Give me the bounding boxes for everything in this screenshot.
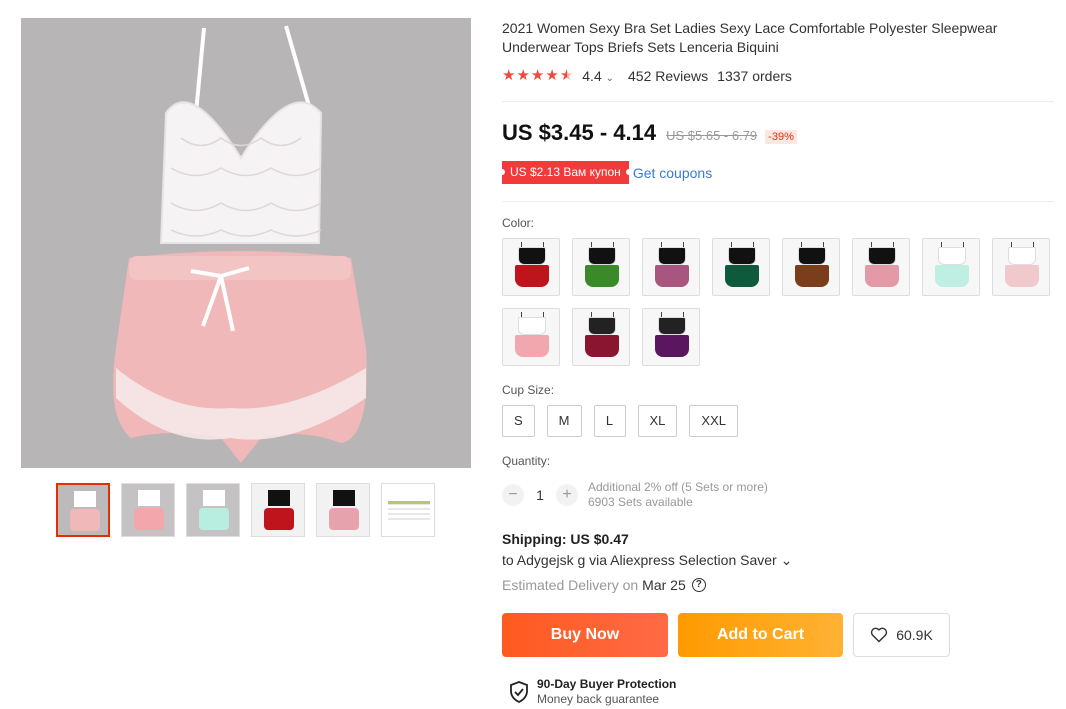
wishlist-count: 60.9K bbox=[896, 627, 933, 643]
swatch-top bbox=[518, 317, 546, 335]
swatch-top bbox=[588, 247, 616, 265]
rating-row: ★ ★ ★ ★ ★ 4.4 ⌄ 452 Reviews 1337 orders bbox=[502, 68, 792, 85]
quantity-stepper: − 1 + Additional 2% off (5 Sets or more)… bbox=[502, 480, 768, 510]
color-swatch[interactable] bbox=[502, 238, 560, 296]
quantity-note: Additional 2% off (5 Sets or more) 6903 … bbox=[588, 480, 768, 510]
color-swatch[interactable] bbox=[852, 238, 910, 296]
thumbnail-1[interactable] bbox=[56, 483, 110, 537]
get-coupons-link[interactable]: Get coupons bbox=[633, 165, 712, 181]
product-title: 2021 Women Sexy Bra Set Ladies Sexy Lace… bbox=[502, 20, 998, 55]
swatch-top bbox=[658, 317, 686, 335]
protection-title: 90-Day Buyer Protection bbox=[537, 677, 677, 691]
star-icon: ★ bbox=[516, 67, 530, 84]
buy-now-button[interactable]: Buy Now bbox=[502, 613, 668, 657]
price-row: US $3.45 - 4.14 US $5.65 - 6.79 -39% bbox=[502, 120, 797, 146]
reviews-link[interactable]: 452 Reviews bbox=[628, 68, 708, 84]
color-swatch[interactable] bbox=[922, 238, 980, 296]
thumbnail-strip bbox=[56, 483, 435, 537]
heart-icon bbox=[871, 627, 888, 643]
bulk-discount-text: Additional 2% off (5 Sets or more) bbox=[588, 480, 768, 494]
swatch-top bbox=[728, 247, 756, 265]
orders-count: 1337 orders bbox=[717, 68, 792, 84]
swatch-bottom bbox=[1005, 265, 1039, 287]
stock-available-text: 6903 Sets available bbox=[588, 495, 693, 509]
size-option[interactable]: XXL bbox=[689, 405, 738, 437]
estimated-delivery: Estimated Delivery on Mar 25 ? bbox=[502, 577, 706, 593]
discount-badge: -39% bbox=[765, 130, 797, 144]
shipping-destination[interactable]: to Adygejsk g via Aliexpress Selection S… bbox=[502, 552, 792, 569]
color-swatch[interactable] bbox=[572, 238, 630, 296]
current-price: US $3.45 - 4.14 bbox=[502, 120, 657, 145]
star-half-icon: ★ bbox=[559, 67, 574, 84]
swatch-top bbox=[658, 247, 686, 265]
color-swatch[interactable] bbox=[502, 308, 560, 366]
color-swatch[interactable] bbox=[572, 308, 630, 366]
swatch-bottom bbox=[585, 335, 619, 357]
swatch-bottom bbox=[795, 265, 829, 287]
size-option[interactable]: S bbox=[502, 405, 535, 437]
action-buttons: Buy Now Add to Cart 60.9K bbox=[502, 613, 950, 657]
color-swatch[interactable] bbox=[992, 238, 1050, 296]
swatch-bottom bbox=[725, 265, 759, 287]
protection-subtitle: Money back guarantee bbox=[537, 692, 660, 706]
star-icon: ★ bbox=[530, 67, 545, 84]
thumbnail-5[interactable] bbox=[316, 483, 370, 537]
wishlist-button[interactable]: 60.9K bbox=[853, 613, 950, 657]
swatch-bottom bbox=[655, 335, 689, 357]
swatch-top bbox=[868, 247, 896, 265]
coupon-row: US $2.13 Вам купон Get coupons bbox=[499, 161, 712, 184]
chevron-down-icon: ⌄ bbox=[605, 73, 615, 84]
size-option[interactable]: XL bbox=[637, 405, 678, 437]
color-swatch[interactable] bbox=[642, 238, 700, 296]
swatch-bottom bbox=[865, 265, 899, 287]
color-swatches bbox=[502, 238, 1062, 366]
product-photo bbox=[21, 18, 471, 468]
star-icon: ★ bbox=[502, 67, 516, 84]
main-product-image bbox=[21, 18, 471, 468]
swatch-top bbox=[1008, 247, 1036, 265]
swatch-bottom bbox=[515, 335, 549, 357]
size-option[interactable]: M bbox=[546, 405, 582, 437]
swatch-top bbox=[798, 247, 826, 265]
divider bbox=[502, 201, 1054, 202]
swatch-top bbox=[588, 317, 616, 335]
thumbnail-2[interactable] bbox=[121, 483, 175, 537]
divider bbox=[502, 101, 1054, 102]
swatch-top bbox=[518, 247, 546, 265]
buyer-protection: 90-Day Buyer Protection Money back guara… bbox=[510, 677, 676, 707]
rating-value[interactable]: 4.4 ⌄ bbox=[582, 68, 614, 84]
help-icon[interactable]: ? bbox=[691, 578, 706, 592]
color-label: Color: bbox=[502, 216, 535, 230]
increase-button[interactable]: + bbox=[556, 484, 578, 506]
shield-check-icon bbox=[510, 681, 528, 703]
star-rating: ★ ★ ★ ★ ★ bbox=[502, 68, 573, 84]
thumbnail-4[interactable] bbox=[251, 483, 305, 537]
thumbnail-3[interactable] bbox=[186, 483, 240, 537]
original-price: US $5.65 - 6.79 bbox=[666, 128, 758, 143]
thumbnail-size-chart[interactable] bbox=[381, 483, 435, 537]
decrease-button[interactable]: − bbox=[502, 484, 524, 506]
color-swatch[interactable] bbox=[782, 238, 840, 296]
swatch-bottom bbox=[935, 265, 969, 287]
swatch-bottom bbox=[515, 265, 549, 287]
swatch-bottom bbox=[655, 265, 689, 287]
estimated-label: Estimated Delivery on bbox=[502, 577, 639, 593]
swatch-bottom bbox=[585, 265, 619, 287]
add-to-cart-button[interactable]: Add to Cart bbox=[678, 613, 843, 657]
quantity-value[interactable]: 1 bbox=[524, 487, 556, 503]
color-swatch[interactable] bbox=[642, 308, 700, 366]
estimated-date: Mar 25 bbox=[642, 577, 686, 593]
size-option[interactable]: L bbox=[593, 405, 626, 437]
star-icon: ★ bbox=[545, 67, 559, 84]
swatch-top bbox=[938, 247, 966, 265]
quantity-label: Quantity: bbox=[502, 454, 551, 468]
shipping-price: Shipping: US $0.47 bbox=[502, 531, 629, 547]
color-swatch[interactable] bbox=[712, 238, 770, 296]
size-options: S M L XL XXL bbox=[502, 405, 738, 437]
cup-size-label: Cup Size: bbox=[502, 383, 555, 397]
coupon-badge[interactable]: US $2.13 Вам купон bbox=[499, 161, 632, 184]
